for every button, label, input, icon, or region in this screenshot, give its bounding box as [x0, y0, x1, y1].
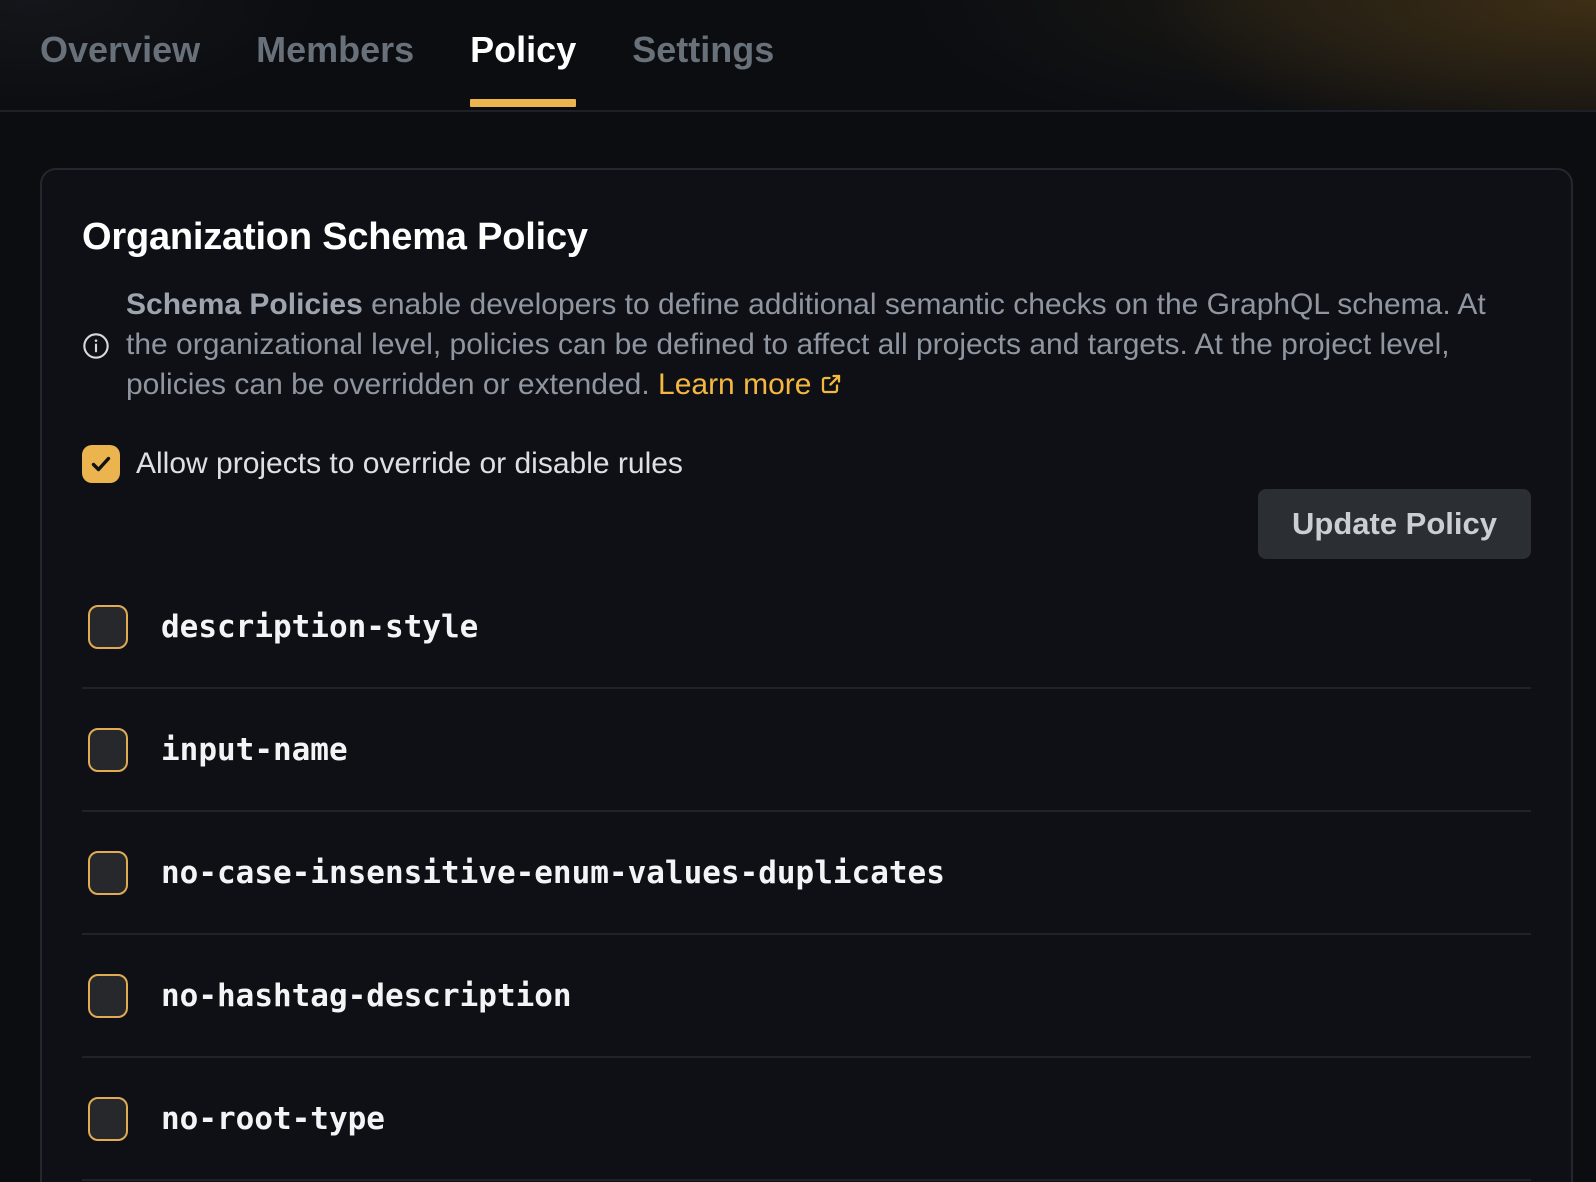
- schema-policy-card: Organization Schema Policy Schema Polici…: [40, 168, 1573, 1182]
- tabs-bar: Overview Members Policy Settings: [0, 0, 1596, 112]
- active-tab-underline: [470, 99, 576, 107]
- rules-list: description-style input-name no-case-insen…: [82, 566, 1531, 1181]
- main-content: Organization Schema Policy Schema Polici…: [40, 168, 1573, 1182]
- rule-label: no-hashtag-description: [161, 978, 572, 1014]
- rule-row: input-name: [82, 689, 1531, 812]
- tab-overview[interactable]: Overview: [40, 0, 200, 111]
- update-policy-button[interactable]: Update Policy: [1258, 489, 1531, 559]
- policy-info-callout: Schema Policies enable developers to def…: [82, 285, 1531, 407]
- page-title: Organization Schema Policy: [82, 170, 1531, 259]
- tab-label: Settings: [632, 29, 774, 71]
- tab-members[interactable]: Members: [256, 0, 414, 111]
- rule-checkbox[interactable]: [88, 974, 128, 1018]
- rule-row: no-root-type: [82, 1058, 1531, 1181]
- info-icon: [82, 332, 110, 360]
- rule-checkbox[interactable]: [88, 728, 128, 772]
- policy-description-lead: Schema Policies: [126, 288, 363, 321]
- rule-checkbox[interactable]: [88, 1097, 128, 1141]
- actions-row: Update Policy: [82, 489, 1531, 559]
- rule-label: description-style: [161, 609, 478, 645]
- learn-more-link[interactable]: Learn more: [658, 368, 811, 401]
- rule-label: no-case-insensitive-enum-values-duplicat…: [161, 855, 945, 891]
- rule-row: no-hashtag-description: [82, 935, 1531, 1058]
- allow-override-row: Allow projects to override or disable ru…: [82, 445, 1531, 483]
- rule-row: no-case-insensitive-enum-values-duplicat…: [82, 812, 1531, 935]
- tab-label: Overview: [40, 29, 200, 71]
- external-link-icon[interactable]: [819, 367, 843, 407]
- rule-checkbox[interactable]: [88, 851, 128, 895]
- tab-label: Policy: [470, 29, 576, 71]
- allow-override-checkbox[interactable]: [82, 445, 120, 483]
- rule-label: input-name: [161, 732, 348, 768]
- tab-settings[interactable]: Settings: [632, 0, 774, 111]
- rule-checkbox[interactable]: [88, 605, 128, 649]
- policy-description: Schema Policies enable developers to def…: [126, 285, 1498, 407]
- tab-policy[interactable]: Policy: [470, 0, 576, 111]
- tab-label: Members: [256, 29, 414, 71]
- rule-row: description-style: [82, 566, 1531, 689]
- rule-label: no-root-type: [161, 1101, 385, 1137]
- checkmark-icon: [89, 452, 113, 476]
- allow-override-label: Allow projects to override or disable ru…: [136, 447, 683, 481]
